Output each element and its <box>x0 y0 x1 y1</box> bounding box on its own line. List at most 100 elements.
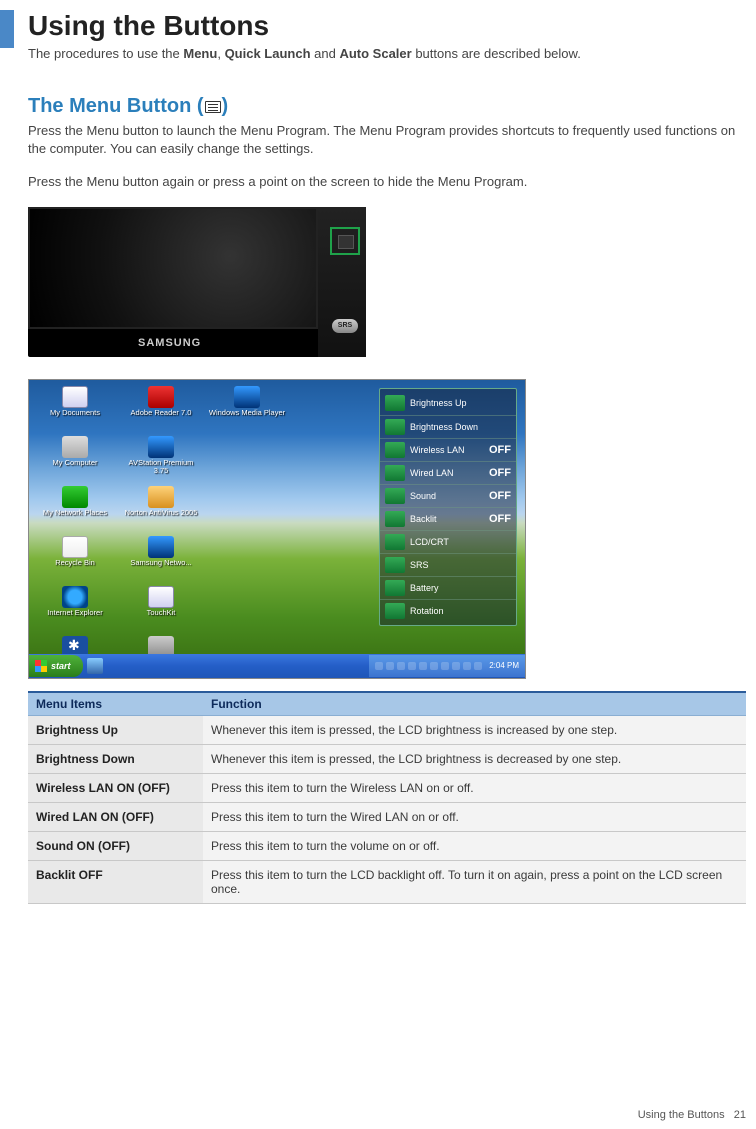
desktop-icon[interactable]: Windows Media Player <box>207 386 287 434</box>
tray-icon[interactable] <box>474 662 482 670</box>
menu-item-icon <box>385 557 405 573</box>
term-auto-scaler: Auto Scaler <box>339 46 411 61</box>
desktop-icon[interactable]: Norton AntiVirus 2005 <box>121 486 201 534</box>
menu-item-icon <box>385 603 405 619</box>
start-button[interactable]: start <box>29 655 83 677</box>
desktop-icon <box>207 436 287 484</box>
page-footer: Using the Buttons 21 <box>638 1109 746 1121</box>
menu-panel-item[interactable]: SoundOFF <box>380 484 516 507</box>
menu-item-icon <box>385 442 405 458</box>
desktop-icon[interactable]: My Documents <box>35 386 115 434</box>
menu-panel-item[interactable]: Brightness Up <box>380 392 516 415</box>
term-quick-launch: Quick Launch <box>225 46 311 61</box>
menu-item-state: OFF <box>489 513 511 525</box>
section-paragraph-1: Press the Menu button to launch the Menu… <box>28 122 746 157</box>
menu-item-function: Whenever this item is pressed, the LCD b… <box>203 715 746 744</box>
icon-label: My Network Places <box>35 509 115 517</box>
menu-item-function: Press this item to turn the LCD backligh… <box>203 860 746 903</box>
app-icon <box>62 586 88 608</box>
menu-item-label: LCD/CRT <box>410 537 511 547</box>
desktop-icon[interactable]: My Network Places <box>35 486 115 534</box>
menu-items-table: Menu Items Function Brightness UpWheneve… <box>28 691 746 904</box>
menu-item-label: Battery <box>410 583 511 593</box>
menu-button-icon <box>205 101 221 113</box>
icon-label: Samsung Netwo... <box>121 559 201 567</box>
menu-item-label: SRS <box>410 560 511 570</box>
menu-panel-item[interactable]: Wired LANOFF <box>380 461 516 484</box>
quick-launch-icon[interactable] <box>87 658 103 674</box>
windows-logo-icon <box>35 660 47 672</box>
desktop-icon[interactable]: Internet Explorer <box>35 586 115 634</box>
menu-item-state: OFF <box>489 467 511 479</box>
tray-icon[interactable] <box>441 662 449 670</box>
device-screen <box>28 207 318 329</box>
icon-label: My Documents <box>35 409 115 417</box>
term-menu: Menu <box>183 46 217 61</box>
tray-icon[interactable] <box>408 662 416 670</box>
system-tray: 2:04 PM <box>369 655 525 677</box>
tray-icon[interactable] <box>397 662 405 670</box>
menu-item-name: Backlit OFF <box>28 860 203 903</box>
app-icon <box>148 436 174 458</box>
menu-item-label: Sound <box>410 491 484 501</box>
tray-icon[interactable] <box>452 662 460 670</box>
icon-label: TouchKit <box>121 609 201 617</box>
menu-panel-item[interactable]: Brightness Down <box>380 415 516 438</box>
app-icon <box>62 486 88 508</box>
intro-paragraph: The procedures to use the Menu, Quick La… <box>28 46 746 61</box>
desktop-icon <box>207 486 287 534</box>
menu-item-name: Brightness Down <box>28 744 203 773</box>
desktop-icon[interactable]: Samsung Netwo... <box>121 536 201 584</box>
menu-panel-item[interactable]: LCD/CRT <box>380 530 516 553</box>
table-row: Wireless LAN ON (OFF)Press this item to … <box>28 773 746 802</box>
app-icon <box>62 436 88 458</box>
tray-icon[interactable] <box>463 662 471 670</box>
menu-item-function: Press this item to turn the volume on or… <box>203 831 746 860</box>
section-prefix: The Menu Button ( <box>28 95 204 117</box>
menu-item-label: Rotation <box>410 606 511 616</box>
menu-panel-item[interactable]: Backlit OFF <box>380 507 516 530</box>
menu-panel-item[interactable]: Battery <box>380 576 516 599</box>
icon-label: AVStation Premium 3.75 <box>121 459 201 475</box>
desktop-icon[interactable]: My Computer <box>35 436 115 484</box>
menu-item-function: Press this item to turn the Wireless LAN… <box>203 773 746 802</box>
desktop-icon[interactable]: AVStation Premium 3.75 <box>121 436 201 484</box>
icon-label: Adobe Reader 7.0 <box>121 409 201 417</box>
tray-icon[interactable] <box>386 662 394 670</box>
menu-item-label: Backlit <box>410 514 484 524</box>
menu-item-name: Wired LAN ON (OFF) <box>28 802 203 831</box>
menu-panel-item[interactable]: Rotation <box>380 599 516 622</box>
menu-item-icon <box>385 488 405 504</box>
menu-item-icon <box>385 395 405 411</box>
menu-item-name: Brightness Up <box>28 715 203 744</box>
tray-icon[interactable] <box>375 662 383 670</box>
device-photo: SAMSUNG SRS <box>28 207 366 357</box>
app-icon <box>62 536 88 558</box>
menu-item-label: Brightness Up <box>410 398 511 408</box>
icon-label: Recycle Bin <box>35 559 115 567</box>
chapter-marker <box>0 10 14 48</box>
tray-icon[interactable] <box>430 662 438 670</box>
table-row: Brightness DownWhenever this item is pre… <box>28 744 746 773</box>
icon-label: Windows Media Player <box>207 409 287 417</box>
desktop-icon[interactable]: Adobe Reader 7.0 <box>121 386 201 434</box>
section-heading: The Menu Button () <box>28 95 746 118</box>
menu-panel-item[interactable]: SRS <box>380 553 516 576</box>
table-row: Wired LAN ON (OFF)Press this item to tur… <box>28 802 746 831</box>
desktop-icon[interactable]: TouchKit <box>121 586 201 634</box>
taskbar: start 2:04 PM <box>29 654 525 678</box>
page-number: 21 <box>734 1109 746 1121</box>
table-header-row: Menu Items Function <box>28 692 746 716</box>
section-suffix: ) <box>222 95 229 117</box>
menu-item-icon <box>385 465 405 481</box>
menu-item-icon <box>385 419 405 435</box>
desktop-icon <box>207 586 287 634</box>
tray-icon[interactable] <box>419 662 427 670</box>
app-icon <box>148 536 174 558</box>
menu-panel-item[interactable]: Wireless LAN OFF <box>380 438 516 461</box>
icon-label: Norton AntiVirus 2005 <box>121 509 201 517</box>
menu-item-state: OFF <box>489 444 511 456</box>
col-header-function: Function <box>203 692 746 716</box>
desktop-icon[interactable]: Recycle Bin <box>35 536 115 584</box>
menu-item-label: Wireless LAN <box>410 445 484 455</box>
